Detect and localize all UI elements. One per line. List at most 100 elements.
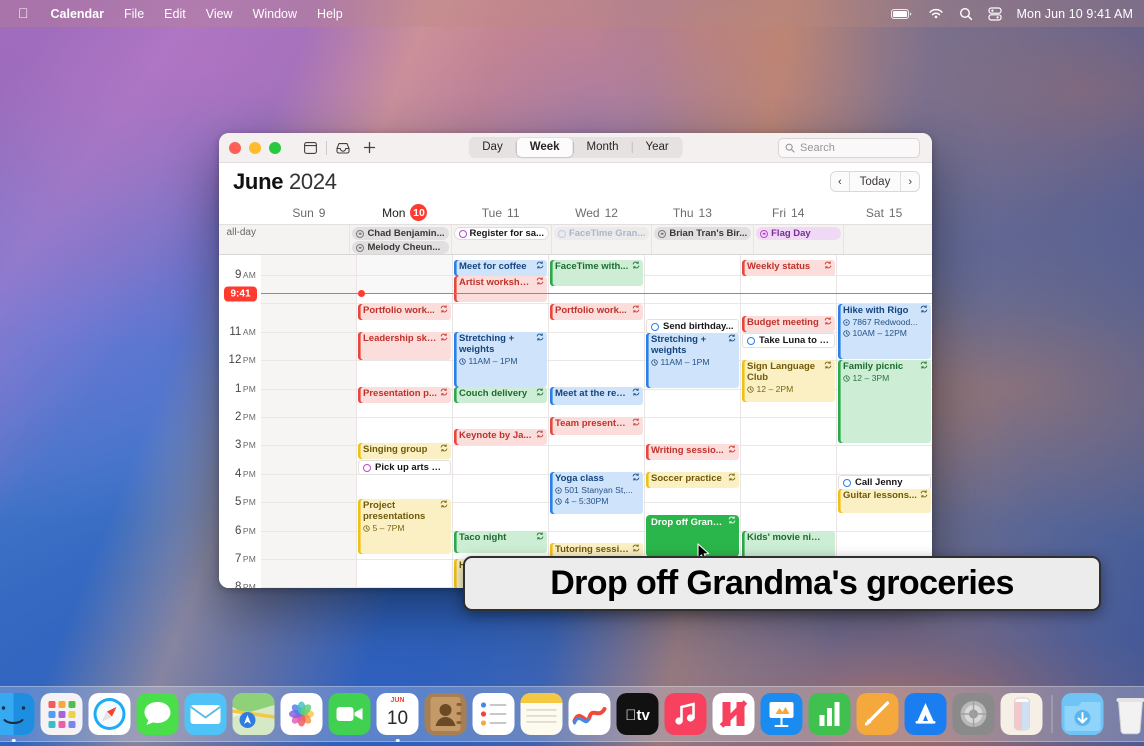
- day-header-fri[interactable]: Fri14: [740, 201, 836, 224]
- reminder-checkbox-icon[interactable]: [651, 323, 659, 331]
- calendar-event[interactable]: Taco night: [454, 531, 547, 553]
- reminder-item[interactable]: Take Luna to th...: [742, 333, 835, 348]
- dock-item-notes[interactable]: [521, 693, 563, 735]
- all-day-column-1[interactable]: Chad Benjamin...Melody Cheun...: [350, 225, 451, 254]
- calendar-event[interactable]: Artist worksho...: [454, 276, 547, 302]
- all-day-event[interactable]: Brian Tran's Bir...: [654, 227, 751, 240]
- wifi-icon[interactable]: [928, 8, 944, 20]
- dock-item-apple-tv[interactable]: tv: [617, 693, 659, 735]
- day-column-sat[interactable]: Hike with Rigo7867 Redwood...10AM – 12PM…: [837, 255, 932, 588]
- calendar-event[interactable]: Portfolio work...: [358, 304, 451, 320]
- menu-item-edit[interactable]: Edit: [154, 7, 196, 21]
- calendar-event[interactable]: Guitar lessons...: [838, 489, 931, 513]
- all-day-column-6[interactable]: [844, 225, 932, 254]
- day-header-wed[interactable]: Wed12: [549, 201, 645, 224]
- dock-item-launchpad[interactable]: [41, 693, 83, 735]
- minimize-button[interactable]: [249, 142, 261, 154]
- day-column-fri[interactable]: Weekly status Budget meetingTake Luna to …: [741, 255, 837, 588]
- menu-item-file[interactable]: File: [114, 7, 154, 21]
- day-header-thu[interactable]: Thu13: [644, 201, 740, 224]
- launchpad-icon[interactable]: [41, 693, 83, 735]
- tab-day[interactable]: Day: [469, 138, 515, 157]
- all-day-column-2[interactable]: Register for sa...: [452, 225, 552, 254]
- dock-item-trash[interactable]: [1110, 693, 1144, 735]
- calendar-event[interactable]: Portfolio work...: [550, 304, 643, 320]
- day-column-tue[interactable]: Meet for coffeeArtist worksho... Stretchi…: [453, 255, 549, 588]
- search-input[interactable]: Search: [778, 138, 920, 158]
- dock-item-downloads[interactable]: [1062, 693, 1104, 735]
- dock-item-messages[interactable]: [137, 693, 179, 735]
- calendar-event[interactable]: Weekly status: [742, 260, 835, 276]
- dock-item-iphone-mirroring[interactable]: [1001, 693, 1043, 735]
- all-day-event[interactable]: Flag Day: [756, 227, 840, 240]
- dock-item-finder[interactable]: [0, 693, 35, 735]
- calendar-event[interactable]: Yoga class501 Stanyan St,...4 – 5:30PM: [550, 472, 643, 514]
- mail-icon[interactable]: [185, 693, 227, 735]
- reminder-checkbox-icon[interactable]: [843, 479, 851, 487]
- dock-item-freeform[interactable]: [569, 693, 611, 735]
- dock-item-mail[interactable]: [185, 693, 227, 735]
- news-icon[interactable]: [713, 693, 755, 735]
- calendar-event[interactable]: Soccer practice: [646, 472, 739, 488]
- app-store-icon[interactable]: [905, 693, 947, 735]
- menu-item-view[interactable]: View: [196, 7, 243, 21]
- reminder-item[interactable]: Pick up arts &...: [358, 460, 451, 475]
- calendar-event[interactable]: Writing sessio...: [646, 444, 739, 460]
- calendar-event[interactable]: Meet for coffee: [454, 260, 547, 276]
- day-columns[interactable]: Portfolio work...Leadership skil...Prese…: [261, 255, 932, 588]
- all-day-event[interactable]: Register for sa...: [454, 227, 549, 240]
- dock-item-facetime[interactable]: [329, 693, 371, 735]
- downloads-icon[interactable]: [1062, 693, 1104, 735]
- photos-icon[interactable]: [281, 693, 323, 735]
- calendar-event[interactable]: Sign Language Club12 – 2PM: [742, 360, 835, 402]
- maps-icon[interactable]: [233, 693, 275, 735]
- dock-item-system-settings[interactable]: [953, 693, 995, 735]
- day-header-sun[interactable]: Sun9: [261, 201, 357, 224]
- reminder-item[interactable]: Call Jenny: [838, 475, 931, 490]
- day-column-wed[interactable]: FaceTime with...Portfolio work...Meet at…: [549, 255, 645, 588]
- today-button[interactable]: Today: [849, 172, 902, 191]
- dock-item-reminders[interactable]: [473, 693, 515, 735]
- tab-week[interactable]: Week: [517, 138, 573, 157]
- facetime-icon[interactable]: [329, 693, 371, 735]
- day-header-mon[interactable]: Mon10: [357, 201, 453, 224]
- dock-item-contacts[interactable]: [425, 693, 467, 735]
- dock-item-numbers[interactable]: [809, 693, 851, 735]
- all-day-column-4[interactable]: Brian Tran's Bir...: [652, 225, 754, 254]
- notes-icon[interactable]: [521, 693, 563, 735]
- menu-bar-clock[interactable]: Mon Jun 10 9:41 AM: [1017, 7, 1133, 21]
- calendar-event[interactable]: Couch delivery: [454, 387, 547, 403]
- dock-item-keynote[interactable]: [761, 693, 803, 735]
- calendar-toolbar-icon[interactable]: [297, 137, 323, 159]
- calendar-event[interactable]: Stretching + weights11AM – 1PM: [454, 332, 547, 387]
- calendar-icon[interactable]: JUN10: [377, 693, 419, 735]
- calendar-event[interactable]: Budget meeting: [742, 316, 835, 332]
- calendar-grid[interactable]: 9AM11AM12PM1PM2PM3PM4PM5PM6PM7PM8PM Port…: [219, 255, 932, 588]
- search-icon[interactable]: [959, 7, 973, 21]
- reminders-icon[interactable]: [473, 693, 515, 735]
- dock-item-app-store[interactable]: [905, 693, 947, 735]
- calendar-event[interactable]: Meet at the res...: [550, 387, 643, 405]
- iphone-mirroring-icon[interactable]: [1001, 693, 1043, 735]
- calendar-event[interactable]: Hike with Rigo7867 Redwood...10AM – 12PM: [838, 304, 931, 359]
- calendar-event[interactable]: Team presenta...: [550, 417, 643, 435]
- reminder-checkbox-icon[interactable]: [363, 464, 371, 472]
- menu-item-help[interactable]: Help: [307, 7, 353, 21]
- all-day-event[interactable]: FaceTime Gran...: [554, 227, 649, 240]
- contacts-icon[interactable]: [425, 693, 467, 735]
- calendar-event[interactable]: Stretching + weights11AM – 1PM: [646, 333, 739, 388]
- apple-tv-icon[interactable]: tv: [617, 693, 659, 735]
- keynote-icon[interactable]: [761, 693, 803, 735]
- battery-icon[interactable]: [891, 8, 913, 20]
- day-column-mon[interactable]: Portfolio work...Leadership skil...Prese…: [357, 255, 453, 588]
- close-button[interactable]: [229, 142, 241, 154]
- messages-icon[interactable]: [137, 693, 179, 735]
- all-day-event[interactable]: Chad Benjamin...: [352, 227, 448, 240]
- dock-item-maps[interactable]: [233, 693, 275, 735]
- add-event-icon[interactable]: [356, 137, 382, 159]
- calendar-event[interactable]: Leadership skil...: [358, 332, 451, 360]
- numbers-icon[interactable]: [809, 693, 851, 735]
- apple-logo-icon[interactable]: : [12, 6, 41, 22]
- calendar-event[interactable]: Family picnic12 – 3PM: [838, 360, 931, 443]
- dock-item-news[interactable]: [713, 693, 755, 735]
